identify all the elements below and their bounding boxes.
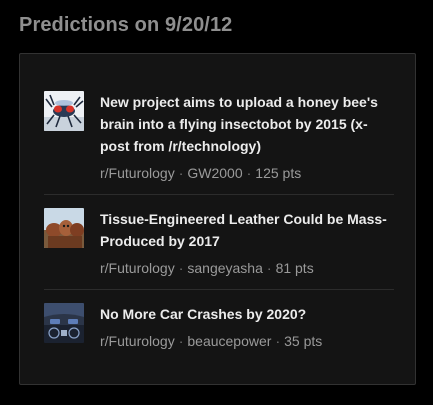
- item-subreddit[interactable]: r/Futurology: [100, 165, 175, 181]
- meta-separator: ·: [178, 333, 184, 349]
- item-subreddit[interactable]: r/Futurology: [100, 260, 175, 276]
- item-points: 81 pts: [275, 260, 314, 276]
- cows-thumbnail-icon[interactable]: [44, 208, 84, 248]
- item-meta: r/Futurology · beaucepower · 35 pts: [100, 332, 396, 350]
- item-meta: r/Futurology · GW2000 · 125 pts: [100, 164, 396, 182]
- robot-bee-thumbnail-icon[interactable]: [44, 91, 84, 131]
- predictions-card: New project aims to upload a honey bee's…: [19, 53, 416, 385]
- item-author[interactable]: GW2000: [187, 165, 242, 181]
- item-author[interactable]: beaucepower: [187, 333, 271, 349]
- item-headline[interactable]: New project aims to upload a honey bee's…: [100, 91, 396, 157]
- widget-title: Predictions on 9/20/12: [19, 14, 233, 36]
- car-dashboard-thumbnail-icon[interactable]: [44, 303, 84, 343]
- list-item[interactable]: Tissue-Engineered Leather Could be Mass-…: [44, 208, 394, 288]
- item-divider: [44, 289, 394, 290]
- meta-separator: ·: [246, 165, 252, 181]
- meta-separator: ·: [178, 165, 184, 181]
- item-points: 125 pts: [255, 165, 302, 181]
- list-item[interactable]: No More Car Crashes by 2020? r/Futurolog…: [44, 303, 394, 355]
- item-divider: [44, 194, 394, 195]
- meta-separator: ·: [178, 260, 184, 276]
- meta-separator: ·: [275, 333, 281, 349]
- list-item[interactable]: New project aims to upload a honey bee's…: [44, 91, 394, 195]
- item-headline[interactable]: Tissue-Engineered Leather Could be Mass-…: [100, 208, 396, 252]
- item-headline[interactable]: No More Car Crashes by 2020?: [100, 303, 396, 325]
- item-author[interactable]: sangeyasha: [187, 260, 263, 276]
- item-points: 35 pts: [284, 333, 323, 349]
- meta-separator: ·: [266, 260, 272, 276]
- item-meta: r/Futurology · sangeyasha · 81 pts: [100, 259, 396, 277]
- item-subreddit[interactable]: r/Futurology: [100, 333, 175, 349]
